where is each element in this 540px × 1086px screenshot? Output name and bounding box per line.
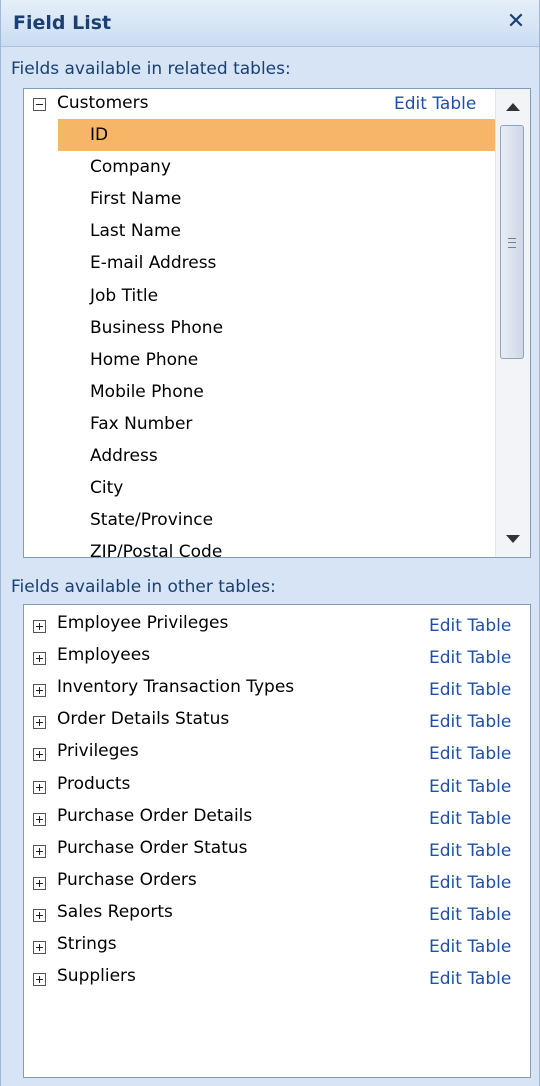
table-name: Employees: [57, 645, 151, 666]
table-row[interactable]: Purchase Order Status Edit Table: [24, 834, 530, 866]
expand-icon[interactable]: [33, 844, 46, 858]
edit-table-link[interactable]: Edit Table: [429, 648, 511, 668]
table-name: Inventory Transaction Types: [57, 677, 295, 698]
edit-table-link[interactable]: Edit Table: [429, 937, 511, 957]
related-scrollbar[interactable]: [495, 89, 530, 557]
other-tables-list: Employee Privileges Edit Table Employees Ed…: [23, 604, 531, 1078]
table-row[interactable]: Order Details Status Edit Table: [24, 705, 530, 737]
table-name: Privileges: [57, 741, 139, 762]
edit-table-link[interactable]: Edit Table: [429, 969, 511, 989]
table-name: Purchase Order Details: [57, 805, 253, 826]
expand-icon[interactable]: [33, 748, 46, 762]
field-item[interactable]: First Name: [58, 183, 495, 215]
table-row[interactable]: Inventory Transaction Types Edit Table: [24, 673, 530, 705]
table-name: Products: [57, 773, 131, 794]
table-name: Strings: [57, 934, 117, 954]
field-list-pane: Field List ✕ Fields available in related…: [0, 0, 540, 1086]
expand-icon[interactable]: [33, 716, 46, 730]
related-table-name: Customers: [57, 93, 149, 113]
field-item[interactable]: Job Title: [58, 280, 495, 312]
field-item[interactable]: Last Name: [58, 215, 495, 247]
edit-table-link[interactable]: Edit Table: [429, 712, 511, 732]
table-row[interactable]: Sales Reports Edit Table: [24, 898, 530, 930]
table-row[interactable]: Employees Edit Table: [24, 641, 530, 673]
expand-icon[interactable]: [33, 780, 46, 794]
expand-icon[interactable]: [33, 941, 46, 954]
table-name: Employee Privileges: [57, 613, 229, 633]
expand-icon[interactable]: [33, 620, 46, 633]
edit-table-link[interactable]: Edit Table: [429, 616, 511, 636]
table-name: Sales Reports: [57, 901, 173, 922]
edit-table-link-customers[interactable]: Edit Table: [394, 94, 476, 114]
edit-table-link[interactable]: Edit Table: [429, 680, 511, 700]
field-item[interactable]: ZIP/Postal Code: [58, 536, 495, 557]
field-item[interactable]: Fax Number: [58, 408, 495, 440]
field-item[interactable]: Home Phone: [58, 344, 495, 376]
expand-icon[interactable]: [33, 812, 46, 826]
table-row[interactable]: Products Edit Table: [24, 770, 530, 802]
table-name: Suppliers: [57, 966, 136, 987]
scroll-down-arrow-icon[interactable]: [506, 535, 520, 543]
field-item[interactable]: E-mail Address: [58, 247, 495, 279]
expand-icon[interactable]: [33, 652, 46, 666]
edit-table-link[interactable]: Edit Table: [429, 777, 511, 797]
table-name: Order Details Status: [57, 709, 230, 730]
field-item[interactable]: Business Phone: [58, 312, 495, 344]
field-item[interactable]: Company: [58, 151, 495, 183]
field-item[interactable]: City: [58, 472, 495, 504]
field-item[interactable]: ID: [58, 119, 495, 151]
expand-icon[interactable]: [33, 876, 46, 890]
table-row[interactable]: Purchase Orders Edit Table: [24, 866, 530, 898]
related-tables-label: Fields available in related tables:: [11, 59, 291, 79]
table-row[interactable]: Privileges Edit Table: [24, 737, 530, 769]
edit-table-link[interactable]: Edit Table: [429, 873, 511, 893]
table-name: Purchase Order Status: [57, 837, 248, 858]
table-row[interactable]: Employee Privileges Edit Table: [24, 609, 530, 641]
field-item[interactable]: Mobile Phone: [58, 376, 495, 408]
pane-title-bar: Field List ✕: [1, 0, 539, 47]
table-row[interactable]: Purchase Order Details Edit Table: [24, 802, 530, 834]
collapse-icon[interactable]: [33, 98, 46, 111]
expand-icon[interactable]: [33, 908, 46, 922]
edit-table-link[interactable]: Edit Table: [429, 744, 511, 764]
table-name: Purchase Orders: [57, 869, 197, 890]
edit-table-link[interactable]: Edit Table: [429, 809, 511, 829]
expand-icon[interactable]: [33, 973, 46, 987]
close-icon[interactable]: ✕: [503, 8, 529, 36]
edit-table-link[interactable]: Edit Table: [429, 841, 511, 861]
table-row[interactable]: Suppliers Edit Table: [24, 962, 530, 994]
scroll-thumb[interactable]: [500, 125, 524, 359]
field-item[interactable]: Address: [58, 440, 495, 472]
scroll-up-arrow-icon[interactable]: [506, 103, 520, 111]
table-row[interactable]: Strings Edit Table: [24, 930, 530, 962]
grip-icon: [508, 238, 516, 248]
related-tables-list: Customers Edit Table ID Company First Name…: [23, 88, 531, 558]
expand-icon[interactable]: [33, 684, 46, 698]
other-tables-label: Fields available in other tables:: [11, 577, 276, 597]
related-table-header[interactable]: Customers Edit Table: [24, 89, 494, 119]
edit-table-link[interactable]: Edit Table: [429, 905, 511, 925]
field-item[interactable]: State/Province: [58, 504, 495, 536]
pane-title: Field List: [13, 12, 112, 34]
